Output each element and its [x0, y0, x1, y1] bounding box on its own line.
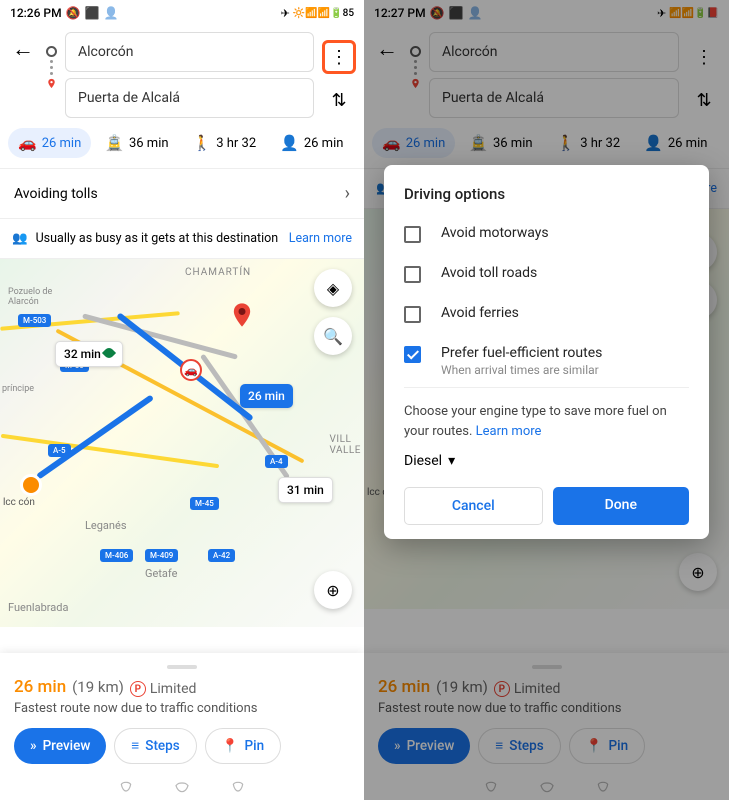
mode-walk[interactable]: 🚶3 hr 32 — [183, 128, 267, 158]
road-badge: A-4 — [265, 455, 288, 468]
map-label: Getafe — [145, 567, 177, 580]
road-badge: M-409 — [145, 549, 178, 562]
option-avoid-tolls[interactable]: Avoid toll roads — [404, 265, 689, 283]
nav-icon[interactable] — [230, 779, 246, 795]
done-button[interactable]: Done — [553, 487, 690, 525]
nav-icon[interactable] — [174, 779, 190, 795]
engine-description: Choose your engine type to save more fue… — [404, 402, 689, 441]
summary-distance: (19 km) — [72, 678, 124, 696]
route-time-alt[interactable]: 31 min — [278, 477, 333, 503]
engine-value: Diesel — [404, 453, 442, 469]
parking-icon: P — [130, 681, 146, 697]
engine-learn-more-link[interactable]: Learn more — [476, 424, 542, 439]
notif-icons: 🔆📶📶🔋85 — [293, 8, 354, 19]
leaf-icon — [102, 346, 116, 360]
origin-label: lcc cón — [3, 497, 35, 508]
road-badge: M-406 — [100, 549, 133, 562]
walk-icon: 🚶 — [193, 134, 212, 152]
parking-label: Limited — [150, 681, 197, 697]
route-time-alt[interactable]: 32 min — [55, 341, 123, 367]
mode-bike[interactable]: 👤26 min — [270, 128, 353, 158]
engine-type-selector[interactable]: Diesel ▾ — [404, 453, 689, 469]
swap-button[interactable]: ⇅ — [331, 90, 346, 111]
road-badge: A-5 — [48, 444, 71, 457]
origin-marker-icon — [20, 474, 42, 496]
destination-marker-icon — [228, 301, 252, 325]
dialog-title: Driving options — [404, 185, 689, 203]
avoid-label: Avoiding tolls — [14, 186, 98, 202]
checkbox-icon[interactable] — [404, 226, 421, 243]
destination-pin-icon — [46, 78, 57, 89]
origin-dot-icon — [46, 46, 57, 57]
pin-button[interactable]: 📍Pin — [205, 728, 281, 764]
route-card: 26 min (19 km) PLimited Fastest route no… — [0, 653, 364, 775]
map-label: Fuenlabrada — [8, 601, 68, 614]
map[interactable]: CHAMARTÍN Pozuelo de Alarcón Leganés Get… — [0, 259, 364, 627]
system-nav — [0, 774, 364, 800]
checkbox-icon[interactable] — [404, 306, 421, 323]
chevron-right-icon: › — [345, 183, 350, 204]
nav-icon[interactable] — [118, 779, 134, 795]
mute-icon: 🔕 — [66, 6, 81, 20]
ride-icon: 👤 — [280, 134, 299, 152]
option-avoid-ferries[interactable]: Avoid ferries — [404, 305, 689, 323]
more-options-button[interactable]: ⋮ — [322, 40, 356, 74]
steps-button[interactable]: ≡Steps — [114, 728, 196, 764]
destination-input[interactable]: Puerta de Alcalá — [65, 78, 314, 118]
map-label: VILL VALLE — [330, 434, 361, 456]
app-icon-2: 👤 — [104, 6, 119, 20]
busy-info-row: 👥 Usually as busy as it gets at this des… — [0, 219, 364, 259]
checkbox-icon[interactable] — [404, 266, 421, 283]
route-indicator — [46, 32, 57, 89]
map-label: CHAMARTÍN — [185, 267, 251, 278]
road-badge: M-503 — [18, 314, 51, 327]
app-icon: ⬛ — [85, 6, 100, 20]
driving-options-dialog: Driving options Avoid motorways Avoid to… — [384, 165, 709, 539]
mode-drive[interactable]: 🚗26 min — [8, 128, 91, 158]
mode-cycle[interactable]: 🚴 — [357, 128, 364, 158]
origin-input[interactable]: Alcorcón — [65, 32, 314, 72]
cancel-button[interactable]: Cancel — [404, 487, 543, 525]
option-avoid-motorways[interactable]: Avoid motorways — [404, 225, 689, 243]
avoid-tolls-row[interactable]: Avoiding tolls › — [0, 168, 364, 219]
road-badge: A-42 — [208, 549, 235, 562]
people-icon: 👥 — [12, 231, 28, 246]
status-time: 12:26 PM — [10, 6, 62, 20]
layers-button[interactable]: ◈ — [314, 269, 352, 307]
status-bar: 12:26 PM 🔕 ⬛ 👤 ✈ 🔆📶📶🔋85 — [0, 0, 364, 26]
road-badge: M-45 — [190, 497, 219, 510]
learn-more-link[interactable]: Learn more — [289, 231, 352, 246]
route-time-primary[interactable]: 26 min — [240, 384, 293, 408]
mode-transit[interactable]: 🚊36 min — [95, 128, 178, 158]
busy-text: Usually as busy as it gets at this desti… — [36, 231, 279, 246]
list-icon: ≡ — [131, 738, 139, 754]
location-icon: ✈ — [281, 7, 290, 20]
route-subtitle: Fastest route now due to traffic conditi… — [14, 701, 350, 716]
divider — [404, 387, 689, 388]
preview-icon: » — [30, 738, 37, 754]
search-map-button[interactable]: 🔍 — [314, 317, 352, 355]
map-label: príncipe — [2, 384, 34, 394]
preview-button[interactable]: »Preview — [14, 728, 106, 764]
option-fuel-efficient[interactable]: Prefer fuel-efficient routes When arriva… — [404, 345, 689, 377]
map-label: Pozuelo de Alarcón — [8, 287, 52, 307]
pin-icon: 📍 — [222, 738, 239, 754]
traffic-marker-icon: 🚗 — [180, 359, 202, 381]
transit-icon: 🚊 — [105, 134, 124, 152]
back-button[interactable]: ← — [8, 32, 38, 66]
checkbox-checked-icon[interactable] — [404, 346, 421, 363]
car-icon: 🚗 — [18, 134, 37, 152]
locate-button[interactable]: ⊕ — [314, 571, 352, 609]
dropdown-icon: ▾ — [448, 453, 455, 469]
summary-time: 26 min — [14, 677, 66, 697]
map-label: Leganés — [85, 519, 127, 532]
travel-modes: 🚗26 min 🚊36 min 🚶3 hr 32 👤26 min 🚴 — [0, 118, 364, 168]
